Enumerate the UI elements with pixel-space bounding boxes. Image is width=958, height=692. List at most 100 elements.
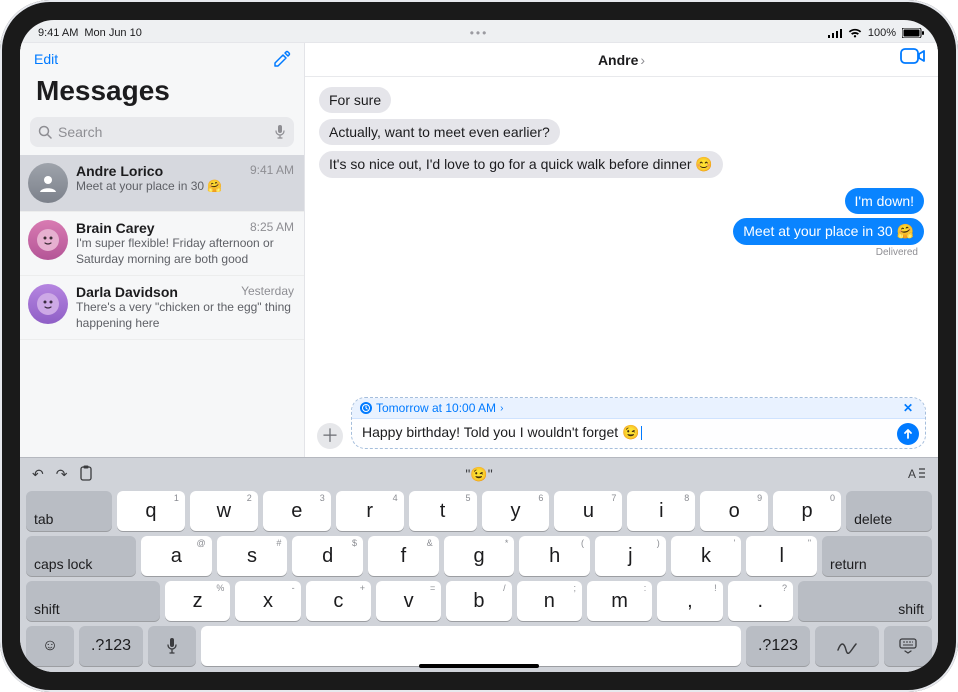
sidebar: Edit Messages Search — [20, 43, 305, 457]
return-key[interactable]: return — [822, 536, 932, 576]
conversation-item[interactable]: Darla Davidson Yesterday There's a very … — [20, 276, 304, 340]
shift-key-right[interactable]: shift — [798, 581, 932, 621]
incoming-message[interactable]: It's so nice out, I'd love to go for a q… — [319, 151, 723, 178]
undo-icon[interactable]: ↶ — [32, 466, 44, 483]
compose-box: Tomorrow at 10:00 AM › ✕ Happy birthday!… — [351, 397, 926, 449]
numeric-key-right[interactable]: .?123 — [746, 626, 810, 666]
chevron-right-icon: › — [640, 52, 645, 68]
search-input[interactable]: Search — [30, 117, 294, 147]
key-c[interactable]: +c — [306, 581, 371, 621]
key-h[interactable]: (h — [519, 536, 590, 576]
key-period[interactable]: ?. — [728, 581, 793, 621]
facetime-icon[interactable] — [900, 47, 926, 68]
edit-button[interactable]: Edit — [34, 51, 58, 67]
key-t[interactable]: 5t — [409, 491, 477, 531]
key-y[interactable]: 6y — [482, 491, 550, 531]
delivered-label: Delivered — [876, 247, 918, 258]
status-date: Mon Jun 10 — [84, 27, 141, 39]
key-z[interactable]: %z — [165, 581, 230, 621]
search-placeholder: Search — [58, 124, 268, 140]
key-u[interactable]: 7u — [554, 491, 622, 531]
numeric-key-left[interactable]: .?123 — [79, 626, 143, 666]
text-format-icon[interactable]: A — [908, 466, 926, 483]
key-f[interactable]: &f — [368, 536, 439, 576]
home-indicator[interactable] — [419, 664, 539, 668]
key-w[interactable]: 2w — [190, 491, 258, 531]
svg-text:A: A — [908, 467, 916, 480]
conversation-time: 9:41 AM — [250, 163, 294, 179]
scheduled-time: Tomorrow at 10:00 AM — [376, 401, 496, 415]
outgoing-message[interactable]: I'm down! — [845, 188, 924, 214]
compose-area: ＋ Tomorrow at 10:00 AM › ✕ Happy — [317, 397, 926, 449]
tab-key[interactable]: tab — [26, 491, 112, 531]
message-thread[interactable]: For sure Actually, want to meet even ear… — [305, 77, 938, 391]
key-p[interactable]: 0p — [773, 491, 841, 531]
conversation-name: Brain Carey — [76, 220, 155, 236]
key-j[interactable]: )j — [595, 536, 666, 576]
conversation-preview: I'm super flexible! Friday afternoon or … — [76, 236, 294, 267]
emoji-key[interactable]: ☺ — [26, 626, 74, 666]
key-n[interactable]: ;n — [517, 581, 582, 621]
key-v[interactable]: =v — [376, 581, 441, 621]
conversation-item[interactable]: Brain Carey 8:25 AM I'm super flexible! … — [20, 212, 304, 276]
microphone-icon[interactable] — [274, 124, 286, 140]
screen: 9:41 AM Mon Jun 10 ••• 100% Edit — [20, 20, 938, 672]
message-input[interactable]: Happy birthday! Told you I wouldn't forg… — [352, 419, 925, 448]
chevron-right-icon: › — [500, 403, 503, 414]
key-o[interactable]: 9o — [700, 491, 768, 531]
avatar — [28, 163, 68, 203]
clock-icon — [360, 402, 372, 414]
key-b[interactable]: /b — [446, 581, 511, 621]
cellular-signal-icon — [828, 28, 842, 38]
conversation-item[interactable]: Andre Lorico 9:41 AM Meet at your place … — [20, 155, 304, 212]
ipad-frame: 9:41 AM Mon Jun 10 ••• 100% Edit — [0, 0, 958, 692]
cancel-schedule-button[interactable]: ✕ — [899, 401, 917, 415]
incoming-message[interactable]: For sure — [319, 87, 391, 113]
space-key[interactable] — [201, 626, 741, 666]
status-bar: 9:41 AM Mon Jun 10 ••• 100% — [20, 20, 938, 42]
scheduled-send-banner[interactable]: Tomorrow at 10:00 AM › ✕ — [352, 398, 925, 419]
conversation-time: Yesterday — [241, 284, 294, 300]
search-icon — [38, 125, 52, 139]
keyboard-suggestion[interactable]: "😉" — [465, 466, 492, 483]
key-l[interactable]: "l — [746, 536, 817, 576]
incoming-message[interactable]: Actually, want to meet even earlier? — [319, 119, 560, 145]
key-d[interactable]: $d — [292, 536, 363, 576]
caps-lock-key[interactable]: caps lock — [26, 536, 136, 576]
conversation-header[interactable]: Andre › — [305, 43, 938, 77]
key-k[interactable]: 'k — [671, 536, 742, 576]
send-button[interactable] — [897, 423, 919, 445]
delete-key[interactable]: delete — [846, 491, 932, 531]
key-a[interactable]: @a — [141, 536, 212, 576]
avatar — [28, 284, 68, 324]
key-s[interactable]: #s — [217, 536, 288, 576]
key-comma[interactable]: !, — [657, 581, 722, 621]
onscreen-keyboard: ↶ ↷ "😉" A tab1q2w3e4r5t6y7u8i9o0pdelete … — [20, 457, 938, 672]
outgoing-message[interactable]: Meet at your place in 30 🤗 — [733, 218, 924, 245]
conversation-name: Andre Lorico — [76, 163, 163, 179]
key-e[interactable]: 3e — [263, 491, 331, 531]
key-r[interactable]: 4r — [336, 491, 404, 531]
key-g[interactable]: *g — [444, 536, 515, 576]
conversation-name: Darla Davidson — [76, 284, 178, 300]
conversation-title: Andre — [598, 52, 638, 68]
conversation-preview: There's a very "chicken or the egg" thin… — [76, 300, 294, 331]
shift-key-left[interactable]: shift — [26, 581, 160, 621]
dismiss-keyboard-key[interactable] — [884, 626, 932, 666]
compose-icon[interactable] — [272, 49, 292, 69]
dictation-key[interactable] — [148, 626, 196, 666]
wifi-icon — [848, 28, 862, 38]
key-i[interactable]: 8i — [627, 491, 695, 531]
key-q[interactable]: 1q — [117, 491, 185, 531]
conversation-preview: Meet at your place in 30 🤗 — [76, 179, 294, 195]
plus-button[interactable]: ＋ — [317, 423, 343, 449]
messages-app: Edit Messages Search — [20, 42, 938, 457]
redo-icon[interactable]: ↷ — [56, 466, 68, 483]
multitask-dots-icon[interactable]: ••• — [470, 26, 489, 40]
text-cursor — [641, 426, 642, 440]
conversation-time: 8:25 AM — [250, 220, 294, 236]
clipboard-icon[interactable] — [79, 465, 93, 484]
handwriting-key[interactable] — [815, 626, 879, 666]
key-m[interactable]: :m — [587, 581, 652, 621]
key-x[interactable]: -x — [235, 581, 300, 621]
